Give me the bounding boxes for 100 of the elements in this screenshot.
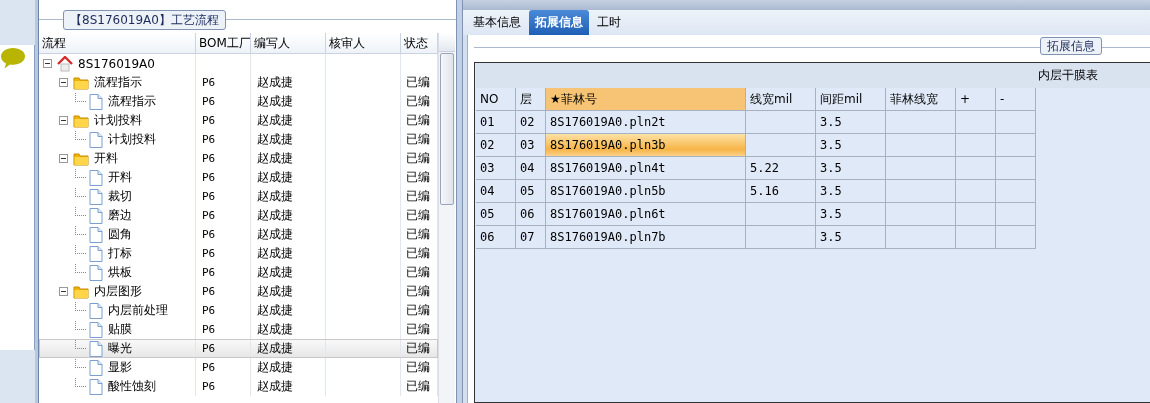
tree-row[interactable]: 内层前处理 P6 赵成捷 已编 — [39, 301, 438, 320]
tree-row[interactable]: 8S176019A0 — [39, 54, 438, 73]
tab[interactable]: 工时 — [591, 10, 627, 35]
table-cell — [886, 111, 956, 134]
tree-row[interactable]: 显影 P6 赵成捷 已编 — [39, 358, 438, 377]
table-cell: 06 — [516, 203, 546, 226]
table-cell — [886, 157, 956, 180]
column-header[interactable]: ★菲林号 — [546, 88, 746, 111]
table-cell: P6 — [202, 171, 216, 184]
document-icon — [89, 226, 103, 243]
table-cell: P6 — [202, 228, 216, 241]
home-icon — [57, 55, 73, 72]
column-header[interactable]: + — [956, 88, 996, 111]
tab[interactable]: 基本信息 — [467, 10, 527, 35]
column-header[interactable]: 编写人 — [251, 33, 326, 53]
column-header[interactable]: - — [996, 88, 1036, 111]
tree-item-label: 酸性蚀刻 — [107, 378, 156, 395]
tree-row[interactable]: 计划投料 P6 赵成捷 已编 — [39, 111, 438, 130]
collapse-icon[interactable] — [59, 154, 68, 163]
table-cell: 5.22 — [746, 157, 816, 180]
splitter-handle[interactable] — [456, 0, 463, 403]
tree-row[interactable]: 内层图形 P6 赵成捷 已编 — [39, 282, 438, 301]
tree-row[interactable]: 开料 P6 赵成捷 已编 — [39, 168, 438, 187]
column-header[interactable]: NO — [476, 88, 516, 111]
tree-row[interactable]: 磨边 P6 赵成捷 已编 — [39, 206, 438, 225]
collapse-icon[interactable] — [43, 59, 52, 68]
tree-row[interactable]: 酸性蚀刻 P6 赵成捷 已编 — [39, 377, 438, 396]
table-cell: P6 — [202, 95, 216, 108]
column-header[interactable]: 核审人 — [326, 33, 401, 53]
table-cell: 赵成捷 — [257, 131, 293, 148]
collapse-icon[interactable] — [59, 116, 68, 125]
scrollbar[interactable] — [438, 33, 455, 403]
tree-item-label: 内层图形 — [93, 283, 142, 300]
tree-item-label: 磨边 — [107, 207, 132, 224]
table-cell: P6 — [202, 190, 216, 203]
tree-item-label: 流程指示 — [107, 93, 156, 110]
document-icon — [89, 131, 103, 148]
table-caption: 内层干膜表 — [1038, 67, 1098, 84]
table-cell: 赵成捷 — [257, 226, 293, 243]
table-cell: 3.5 — [816, 134, 886, 157]
tab[interactable]: 拓展信息 — [529, 10, 589, 35]
document-icon — [89, 207, 103, 224]
collapse-icon[interactable] — [59, 78, 68, 87]
tree-item-label: 开料 — [107, 169, 132, 186]
table-cell: 05 — [476, 203, 516, 226]
table-cell — [746, 111, 816, 134]
table-cell: 已编 — [406, 321, 430, 338]
column-header[interactable]: BOM工厂 — [196, 33, 251, 53]
table-cell: P6 — [202, 323, 216, 336]
table-cell: 8S176019A0.pln4t — [546, 157, 746, 180]
tree-row[interactable]: 计划投料 P6 赵成捷 已编 — [39, 130, 438, 149]
table-cell — [996, 203, 1036, 226]
tree-item-label: 计划投料 — [107, 131, 156, 148]
tree-row[interactable]: 打标 P6 赵成捷 已编 — [39, 244, 438, 263]
table-cell: P6 — [202, 133, 216, 146]
table-cell: 8S176019A0.pln7b — [546, 226, 746, 249]
column-header[interactable]: 间距mil — [816, 88, 886, 111]
tree-row[interactable]: 烘板 P6 赵成捷 已编 — [39, 263, 438, 282]
tree-row[interactable]: 开料 P6 赵成捷 已编 — [39, 149, 438, 168]
column-header[interactable]: 流程 — [39, 33, 196, 53]
table-cell: P6 — [202, 304, 216, 317]
table-cell: 05 — [516, 180, 546, 203]
tree-item-label: 圆角 — [107, 226, 132, 243]
table-cell — [996, 180, 1036, 203]
table-cell: 赵成捷 — [257, 188, 293, 205]
table-cell: 赵成捷 — [257, 283, 293, 300]
table-cell: 06 — [476, 226, 516, 249]
tree-item-label: 打标 — [107, 245, 132, 262]
table-cell: 已编 — [406, 378, 430, 395]
table-cell: 已编 — [406, 340, 430, 357]
table-cell: P6 — [202, 285, 216, 298]
table-cell — [886, 226, 956, 249]
table-cell: 3.5 — [816, 203, 886, 226]
table-cell: 07 — [516, 226, 546, 249]
splitter-handle[interactable] — [35, 0, 38, 403]
tree-row[interactable]: 流程指示 P6 赵成捷 已编 — [39, 73, 438, 92]
table-cell — [956, 226, 996, 249]
table-cell: 已编 — [406, 302, 430, 319]
table-cell: 已编 — [406, 188, 430, 205]
table-cell — [956, 203, 996, 226]
table-cell — [956, 180, 996, 203]
tree-item-label: 流程指示 — [93, 74, 142, 91]
tree-row[interactable]: 圆角 P6 赵成捷 已编 — [39, 225, 438, 244]
column-header[interactable]: 菲林线宽 — [886, 88, 956, 111]
folder-icon — [73, 113, 89, 128]
tree-row[interactable]: 裁切 P6 赵成捷 已编 — [39, 187, 438, 206]
column-header[interactable]: 线宽mil — [746, 88, 816, 111]
tree-row[interactable]: 流程指示 P6 赵成捷 已编 — [39, 92, 438, 111]
table-cell: P6 — [202, 361, 216, 374]
table-cell: 已编 — [406, 93, 430, 110]
table-cell: 02 — [476, 134, 516, 157]
table-cell: 8S176019A0.pln6t — [546, 203, 746, 226]
table-cell — [956, 157, 996, 180]
table-cell — [996, 157, 1036, 180]
tree-row[interactable]: 曝光 P6 赵成捷 已编 — [39, 339, 438, 358]
folder-icon — [73, 284, 89, 299]
tree-item-label: 烘板 — [107, 264, 132, 281]
table-cell: 04 — [476, 180, 516, 203]
table-cell: 3.5 — [816, 157, 886, 180]
collapse-icon[interactable] — [59, 287, 68, 296]
